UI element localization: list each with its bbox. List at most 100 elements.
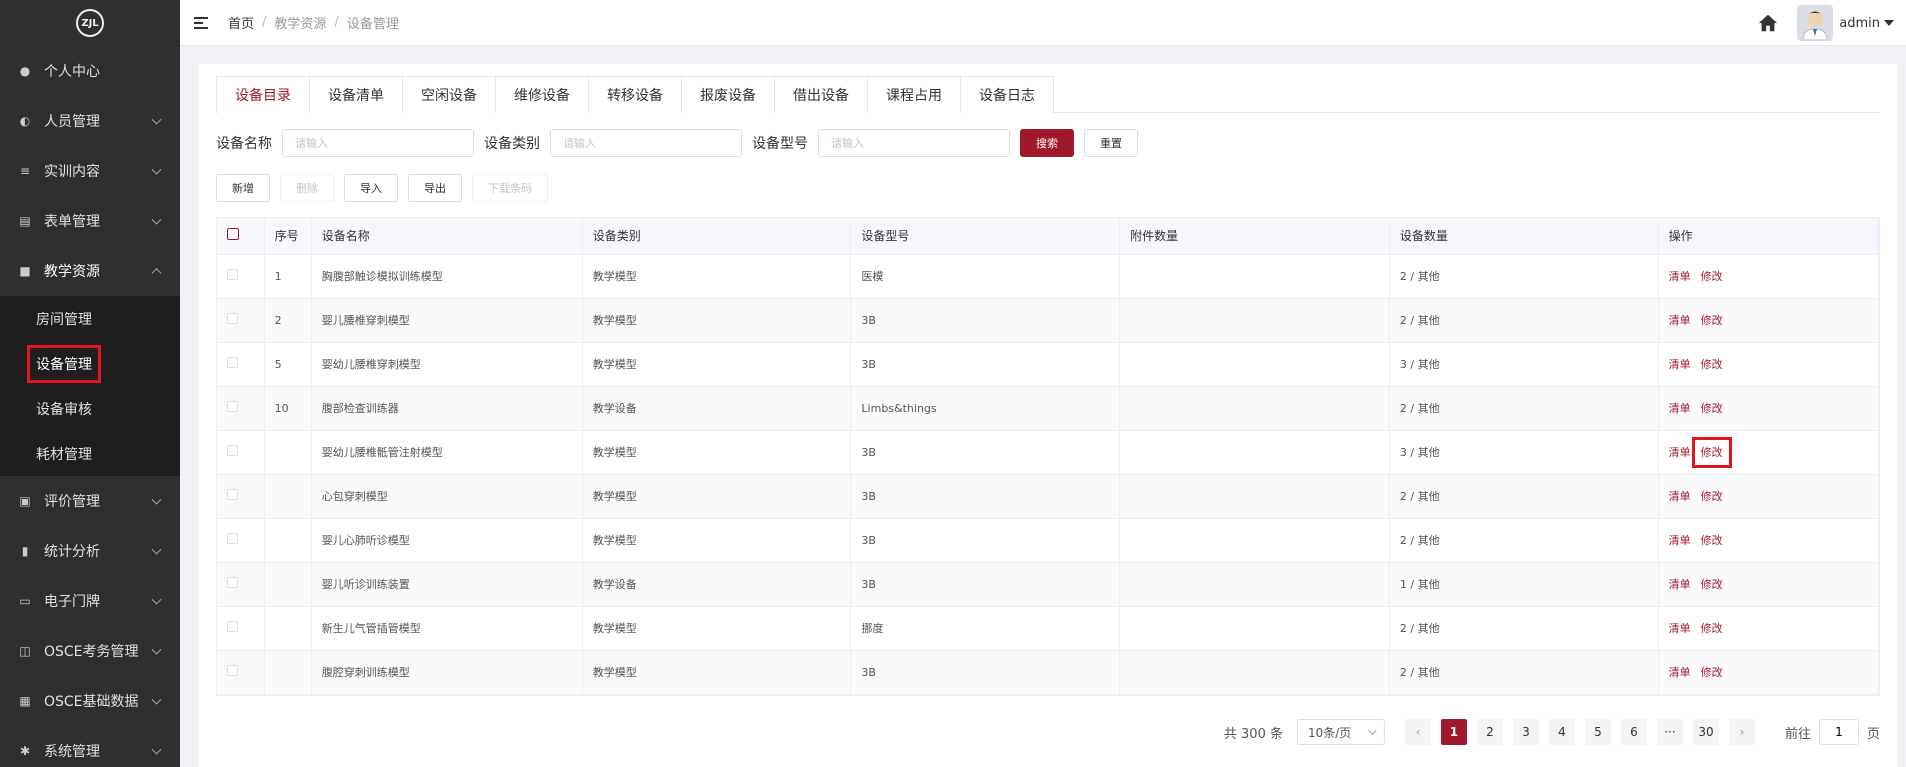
list-link[interactable]: 清单 — [1669, 622, 1691, 635]
sidebar-subitem-2[interactable]: 设备审核 — [0, 386, 180, 431]
sidebar-item-4[interactable]: ■ 教学资源 — [0, 246, 180, 296]
home-icon[interactable] — [1757, 12, 1779, 34]
edit-link[interactable]: 修改 — [1701, 666, 1723, 679]
list-link[interactable]: 清单 — [1669, 358, 1691, 371]
add-button[interactable]: 新增 — [216, 174, 270, 202]
list-link[interactable]: 清单 — [1669, 446, 1691, 459]
chevron-icon — [151, 744, 162, 755]
tab-0[interactable]: 设备目录 — [216, 76, 310, 114]
row-checkbox[interactable] — [227, 665, 238, 676]
sidebar-subitem-3[interactable]: 耗材管理 — [0, 431, 180, 476]
list-link[interactable]: 清单 — [1669, 402, 1691, 415]
cell-no: 10 — [264, 386, 312, 431]
tab-6[interactable]: 借出设备 — [774, 76, 868, 113]
page-button[interactable]: 6 — [1620, 719, 1647, 745]
sidebar-item-5[interactable]: ▣ 评价管理 — [0, 476, 180, 526]
edit-link[interactable]: 修改 — [1701, 314, 1723, 327]
tab-7[interactable]: 课程占用 — [867, 76, 961, 113]
list-link[interactable]: 清单 — [1669, 578, 1691, 591]
edit-link[interactable]: 修改 — [1701, 402, 1723, 415]
row-checkbox[interactable] — [227, 445, 238, 456]
cell-no: 2 — [264, 298, 312, 343]
sidebar-item-1[interactable]: ◐ 人员管理 — [0, 96, 180, 146]
menu-toggle-icon[interactable] — [194, 16, 208, 29]
goto-page-input[interactable] — [1818, 719, 1859, 745]
row-checkbox[interactable] — [227, 401, 238, 412]
user-menu[interactable]: admin — [1839, 16, 1894, 31]
select-all-checkbox[interactable] — [227, 228, 239, 241]
list-link[interactable]: 清单 — [1669, 666, 1691, 679]
sidebar-item-7[interactable]: ▭ 电子门牌 — [0, 576, 180, 626]
import-button[interactable]: 导入 — [344, 174, 398, 202]
list-link[interactable]: 清单 — [1669, 314, 1691, 327]
device-name-input[interactable] — [282, 129, 474, 157]
sidebar-item-label: 实训内容 — [44, 164, 100, 180]
list-link[interactable]: 清单 — [1669, 270, 1691, 283]
sidebar-item-8[interactable]: ◫ OSCE考务管理 — [0, 626, 180, 676]
cell-type: 教学模型 — [582, 650, 852, 695]
next-page-button[interactable]: › — [1728, 719, 1755, 745]
cell-quantity: 1 / 其他 — [1389, 562, 1659, 607]
tab-3[interactable]: 维修设备 — [495, 76, 589, 113]
reset-button[interactable]: 重置 — [1084, 129, 1138, 157]
chevron-down-icon — [1368, 726, 1377, 735]
prev-page-button[interactable]: ‹ — [1404, 719, 1431, 745]
cell-quantity: 2 / 其他 — [1389, 474, 1659, 519]
row-checkbox[interactable] — [227, 269, 238, 280]
sidebar-item-6[interactable]: ▮ 统计分析 — [0, 526, 180, 576]
tab-1[interactable]: 设备清单 — [309, 76, 403, 113]
row-checkbox[interactable] — [227, 357, 238, 368]
page-button[interactable]: 4 — [1548, 719, 1575, 745]
row-checkbox[interactable] — [227, 489, 238, 500]
edit-link[interactable]: 修改 — [1701, 578, 1723, 591]
tab-8[interactable]: 设备日志 — [960, 76, 1054, 113]
breadcrumb-home[interactable]: 首页 — [228, 13, 254, 32]
delete-button[interactable]: 删除 — [280, 174, 334, 202]
table-row: 心包穿刺模型 教学模型 3B 2 / 其他 清单 修改 — [217, 474, 1880, 519]
row-checkbox[interactable] — [227, 313, 238, 324]
page-size-select[interactable]: 10条/页 — [1296, 719, 1385, 745]
page-button[interactable]: ··· — [1656, 719, 1683, 745]
tab-4[interactable]: 转移设备 — [588, 76, 682, 113]
row-checkbox[interactable] — [227, 577, 238, 588]
page-button[interactable]: 5 — [1584, 719, 1611, 745]
cell-actions: 清单 修改 — [1658, 386, 1880, 431]
sidebar-item-3[interactable]: ▤ 表单管理 — [0, 196, 180, 246]
cell-name: 腹部检查训练器 — [311, 386, 583, 431]
list-link[interactable]: 清单 — [1669, 490, 1691, 503]
row-checkbox[interactable] — [227, 621, 238, 632]
avatar[interactable] — [1797, 5, 1834, 41]
tab-2[interactable]: 空闲设备 — [402, 76, 496, 113]
form-icon: ▤ — [19, 214, 31, 228]
breadcrumb-teaching-resources[interactable]: 教学资源 — [274, 13, 326, 32]
device-type-input[interactable] — [550, 129, 742, 157]
sidebar-subitem-0[interactable]: 房间管理 — [0, 296, 180, 341]
sidebar-subitem-1[interactable]: 设备管理 — [0, 341, 180, 386]
edit-link[interactable]: 修改 — [1691, 437, 1732, 468]
page-button[interactable]: 30 — [1692, 719, 1719, 745]
device-model-input[interactable] — [818, 129, 1010, 157]
cell-no — [264, 650, 312, 695]
edit-link[interactable]: 修改 — [1701, 270, 1723, 283]
edit-link[interactable]: 修改 — [1701, 622, 1723, 635]
sidebar-item-9[interactable]: ▦ OSCE基础数据 — [0, 676, 180, 726]
cell-quantity: 3 / 其他 — [1389, 342, 1659, 387]
page-button[interactable]: 2 — [1476, 719, 1503, 745]
row-checkbox[interactable] — [227, 533, 238, 544]
grid-icon: ▦ — [19, 694, 31, 708]
sidebar-item-10[interactable]: ✱ 系统管理 — [0, 726, 180, 767]
sidebar-item-2[interactable]: ≡ 实训内容 — [0, 146, 180, 196]
page-button[interactable]: 3 — [1512, 719, 1539, 745]
edit-link[interactable]: 修改 — [1701, 490, 1723, 503]
edit-link[interactable]: 修改 — [1701, 534, 1723, 547]
cell-attachments — [1119, 298, 1390, 343]
search-button[interactable]: 搜索 — [1020, 129, 1074, 157]
sidebar-item-0[interactable]: ● 个人中心 — [0, 46, 180, 96]
export-button[interactable]: 导出 — [408, 174, 462, 202]
tab-5[interactable]: 报废设备 — [681, 76, 775, 113]
download-barcode-button[interactable]: 下载条码 — [472, 174, 548, 202]
edit-link[interactable]: 修改 — [1701, 358, 1723, 371]
list-link[interactable]: 清单 — [1669, 534, 1691, 547]
table-row: 10 腹部检查训练器 教学设备 Limbs&things 2 / 其他 清单 修改 — [217, 386, 1880, 431]
page-button[interactable]: 1 — [1440, 719, 1467, 745]
